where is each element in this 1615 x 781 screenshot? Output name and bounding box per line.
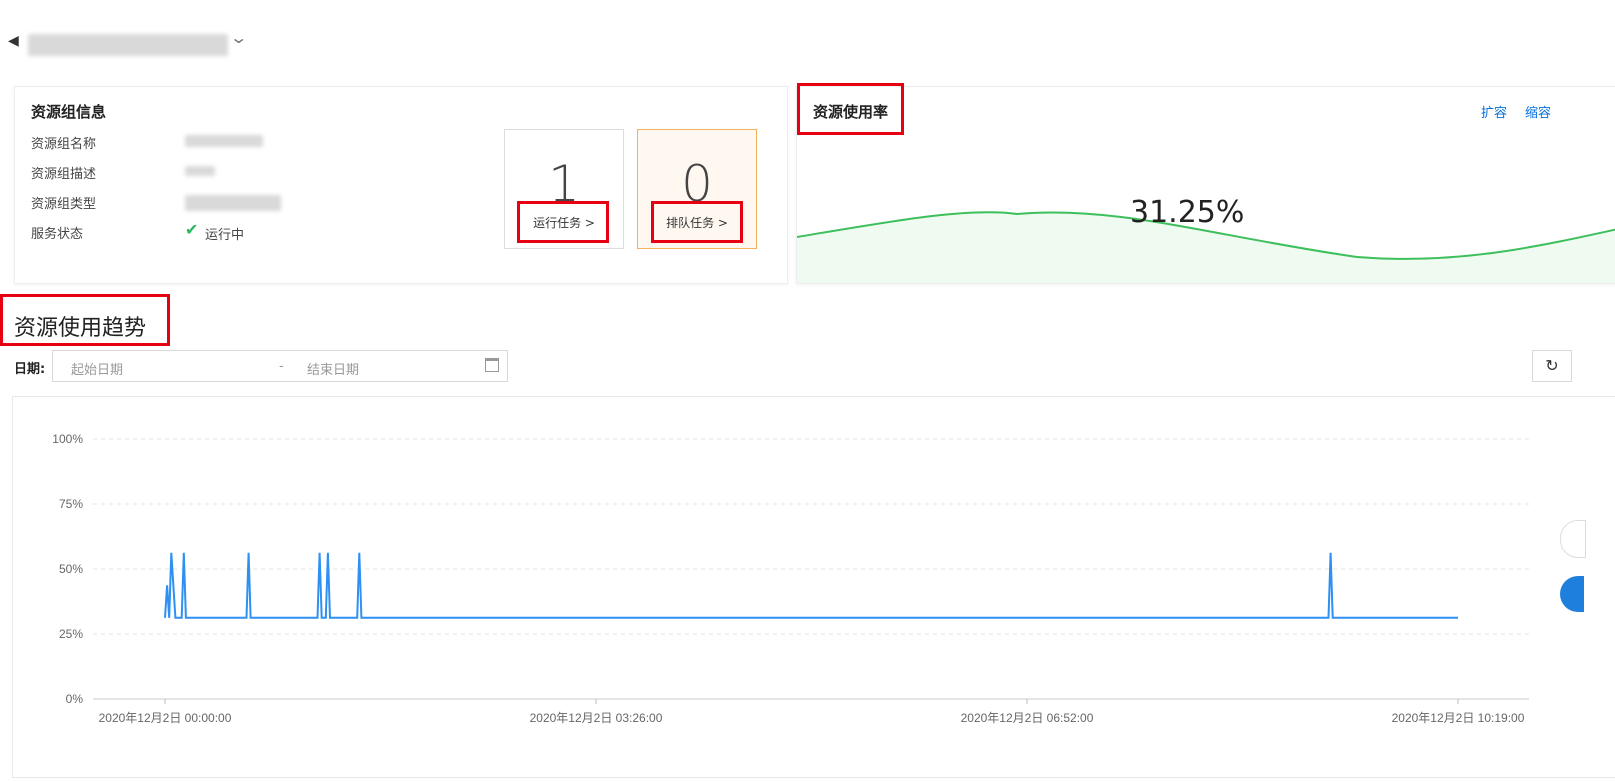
info-label-desc: 资源组描述	[31, 167, 97, 182]
y-tick-label: 25%	[59, 627, 83, 641]
info-value-desc	[185, 166, 215, 176]
info-label-name: 资源组名称	[31, 137, 97, 152]
highlight-queued-tasks	[651, 201, 743, 243]
date-label: 日期:	[14, 362, 46, 377]
x-tick-label: 2020年12月2日 06:52:00	[961, 711, 1094, 725]
x-tick-label: 2020年12月2日 00:00:00	[99, 711, 232, 725]
info-value-name	[185, 135, 263, 147]
chevron-down-icon[interactable]: ⌄	[229, 28, 248, 47]
start-date-input[interactable]: 起始日期	[71, 359, 123, 378]
y-tick-label: 0%	[66, 692, 84, 706]
shrink-link[interactable]: 缩容	[1525, 102, 1551, 121]
expand-link[interactable]: 扩容	[1481, 102, 1507, 121]
highlight-running-tasks	[517, 201, 609, 243]
back-arrow-icon[interactable]: ◀	[8, 34, 22, 48]
usage-percent: 31.25%	[1130, 195, 1245, 230]
status-value: 运行中	[205, 228, 245, 243]
resource-group-info-card: 资源组信息 资源组名称 资源组描述 资源组类型 服务状态 ✔ 运行中 1 运行任…	[14, 86, 788, 284]
x-tick-label: 2020年12月2日 03:26:00	[530, 711, 663, 725]
date-range-picker[interactable]: 起始日期 - 结束日期	[52, 350, 508, 382]
end-date-input[interactable]: 结束日期	[307, 359, 359, 378]
check-icon: ✔	[185, 220, 199, 239]
info-value-type	[185, 195, 281, 211]
info-label-status: 服务状态	[31, 227, 84, 242]
date-separator: -	[279, 359, 284, 374]
info-label-type: 资源组类型	[31, 197, 97, 212]
usage-series-line	[164, 552, 1458, 619]
refresh-button[interactable]: ↻	[1532, 350, 1572, 382]
resource-usage-card: 资源使用率 扩容 缩容 31.25%	[796, 86, 1615, 284]
trend-chart-svg: 100% 75% 50% 25% 0% 2020年12月2日 00:00:00 2020年1…	[52, 432, 1529, 725]
x-tick-label: 2020年12月2日 10:19:00	[1392, 711, 1525, 725]
refresh-icon: ↻	[1545, 356, 1559, 375]
y-tick-label: 50%	[59, 562, 83, 576]
side-float-button-1[interactable]	[1560, 520, 1586, 558]
highlight-trend-title	[0, 294, 170, 346]
resource-group-name	[28, 34, 228, 56]
info-card-title: 资源组信息	[31, 103, 107, 121]
y-tick-label: 75%	[59, 497, 83, 511]
calendar-icon[interactable]	[485, 358, 499, 372]
usage-trend-chart: 100% 75% 50% 25% 0% 2020年12月2日 00:00:00 2020年1…	[12, 396, 1615, 778]
y-tick-label: 100%	[52, 432, 83, 446]
highlight-usage-title	[797, 83, 904, 135]
